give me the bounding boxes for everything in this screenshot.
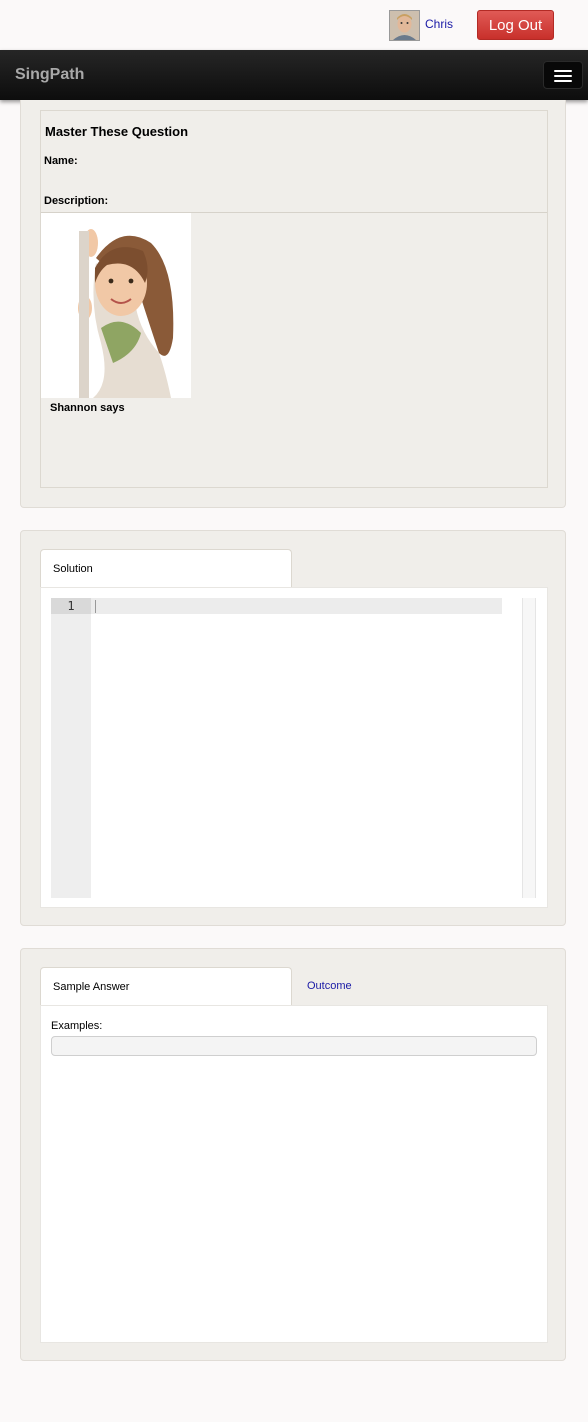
editor-scrollbar[interactable]	[522, 598, 536, 898]
question-panel: Master These Question Name: Description:…	[20, 100, 566, 508]
sample-answer-pane: Examples:	[40, 1005, 548, 1343]
question-header: Master These Question Name: Description:	[41, 111, 547, 213]
examples-field[interactable]	[51, 1036, 537, 1056]
tab-solution[interactable]: Solution	[40, 549, 292, 587]
shannon-image	[41, 213, 191, 398]
question-title: Master These Question	[45, 124, 189, 139]
question-description-label: Description:	[44, 195, 109, 207]
question-box: Master These Question Name: Description:…	[40, 110, 548, 488]
active-line[interactable]	[91, 598, 502, 614]
menu-bar-line	[554, 80, 572, 82]
results-panel: Sample Answer Outcome Examples:	[20, 948, 566, 1361]
solution-panel: Solution 1	[20, 530, 566, 926]
menu-bar-line	[554, 75, 572, 77]
shannon-picture	[41, 213, 191, 398]
editor-gutter: 1	[51, 598, 91, 898]
user-avatar-image	[390, 11, 419, 40]
tab-outcome[interactable]: Outcome	[295, 967, 395, 1005]
text-cursor	[95, 600, 96, 613]
logout-button[interactable]: Log Out	[477, 10, 554, 40]
user-bar: Chris Log Out	[0, 0, 588, 50]
solution-editor[interactable]: 1	[40, 587, 548, 908]
hamburger-menu-icon[interactable]	[543, 61, 583, 89]
tab-sample-answer[interactable]: Sample Answer	[40, 967, 292, 1005]
line-number: 1	[51, 598, 91, 614]
user-name-link[interactable]: Chris	[425, 17, 453, 31]
examples-label: Examples:	[51, 1020, 103, 1032]
user-avatar[interactable]	[389, 10, 420, 41]
question-name-label: Name:	[44, 155, 78, 167]
navbar: SingPath	[0, 50, 588, 100]
speaker-caption: Shannon says	[50, 402, 125, 414]
menu-bar-line	[554, 70, 572, 72]
brand-link[interactable]: SingPath	[15, 66, 84, 84]
